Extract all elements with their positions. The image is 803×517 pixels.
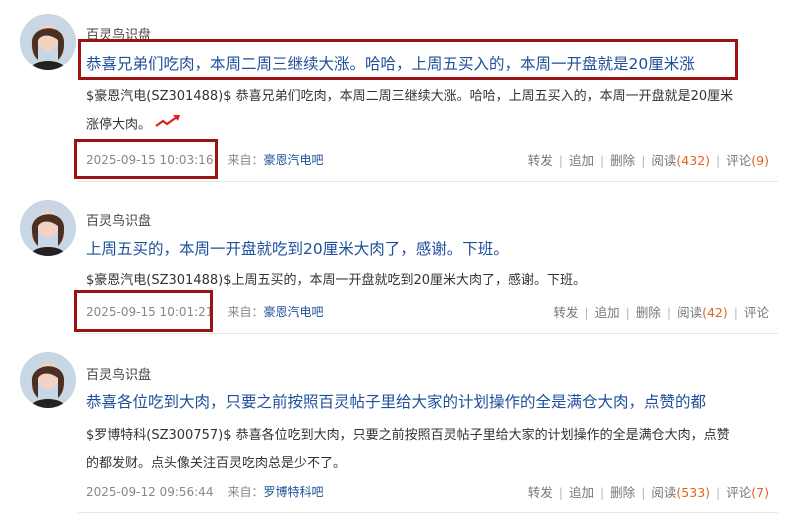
post-body-line: 的都发财。点头像关注百灵吃肉总是少不了。: [86, 456, 347, 471]
comment-label: 评论: [726, 485, 752, 500]
from-label: 来自：: [227, 485, 264, 499]
comment-count: (7): [751, 485, 769, 500]
timestamp: 2025-09-12 09:56:44: [86, 485, 214, 499]
read-label: 阅读: [651, 485, 677, 500]
separator: |: [733, 305, 738, 320]
username[interactable]: 百灵鸟识盘: [86, 210, 151, 229]
separator: |: [599, 153, 605, 168]
post-title[interactable]: 恭喜各位吃到大肉，只要之前按照百灵帖子里给大家的计划操作的全是满仓大肉，点赞的都: [86, 390, 706, 412]
post-meta: 2025-09-15 10:03:16 来自：豪恩汽电吧: [86, 151, 323, 168]
divider: [78, 333, 778, 334]
read-count: (432): [676, 153, 711, 168]
post-title[interactable]: 上周五买的，本周一开盘就吃到20厘米大肉了，感谢。下班。: [86, 237, 509, 259]
forward-button[interactable]: 转发: [528, 485, 553, 500]
post-body-line: $罗博特科(SZ300757)$ 恭喜各位吃到大肉，只要之前按照百灵帖子里给大家…: [86, 428, 730, 443]
post-body-line: $豪恩汽电(SZ301488)$上周五买的，本周一开盘就吃到20厘米大肉了，感谢…: [86, 273, 587, 288]
separator: |: [666, 305, 672, 320]
post-meta: 2025-09-15 10:01:21 来自：豪恩汽电吧: [86, 303, 323, 320]
post-body-text: 涨停大肉。: [86, 117, 152, 133]
comment-label: 评论: [726, 153, 752, 168]
post-body: $罗博特科(SZ300757)$ 恭喜各位吃到大肉，只要之前按照百灵帖子里给大家…: [86, 422, 776, 478]
delete-button[interactable]: 删除: [636, 305, 661, 320]
delete-button[interactable]: 删除: [610, 153, 635, 168]
forward-button[interactable]: 转发: [553, 305, 578, 320]
separator: |: [641, 153, 646, 168]
from-link[interactable]: 罗博特科吧: [263, 485, 323, 499]
comment-button[interactable]: 评论(9): [726, 153, 769, 168]
separator: |: [599, 485, 605, 500]
separator: |: [558, 153, 563, 168]
append-button[interactable]: 追加: [569, 153, 594, 168]
post-meta: 2025-09-12 09:56:44 来自：罗博特科吧: [86, 483, 323, 500]
red-up-arrow-icon: [155, 111, 181, 139]
read-count: (533): [676, 485, 711, 500]
read-button[interactable]: 阅读(42): [677, 305, 728, 320]
post-actions: 转发 | 追加 | 删除 | 阅读(533) | 评论(7): [528, 482, 769, 501]
read-button[interactable]: 阅读(533): [651, 485, 710, 500]
from-label: 来自：: [227, 153, 264, 167]
post-actions: 转发 | 追加 | 删除 | 阅读(42) | 评论: [553, 302, 769, 321]
read-label: 阅读: [677, 305, 703, 320]
avatar[interactable]: [20, 200, 76, 256]
separator: |: [641, 485, 646, 500]
username[interactable]: 百灵鸟识盘: [86, 364, 151, 383]
post-body: $豪恩汽电(SZ301488)$上周五买的，本周一开盘就吃到20厘米大肉了，感谢…: [86, 267, 776, 295]
separator: |: [716, 153, 721, 168]
post-body-line: 涨停大肉。: [86, 111, 776, 140]
append-button[interactable]: 追加: [569, 485, 594, 500]
timestamp: 2025-09-15 10:01:21: [86, 305, 214, 319]
timestamp: 2025-09-15 10:03:16: [86, 153, 214, 167]
avatar[interactable]: [20, 352, 76, 408]
divider: [78, 512, 778, 513]
from-link[interactable]: 豪恩汽电吧: [263, 153, 323, 167]
avatar[interactable]: [20, 14, 76, 70]
delete-button[interactable]: 删除: [610, 485, 635, 500]
from-link[interactable]: 豪恩汽电吧: [263, 305, 323, 319]
from-label: 来自：: [227, 305, 264, 319]
read-label: 阅读: [651, 153, 677, 168]
separator: |: [558, 485, 563, 500]
post-title[interactable]: 恭喜兄弟们吃肉，本周二周三继续大涨。哈哈，上周五买入的，本周一开盘就是20厘米涨: [86, 52, 695, 74]
forward-button[interactable]: 转发: [528, 153, 553, 168]
comment-button[interactable]: 评论: [744, 305, 769, 320]
username[interactable]: 百灵鸟识盘: [86, 24, 151, 43]
append-button[interactable]: 追加: [595, 305, 620, 320]
separator: |: [716, 485, 721, 500]
post-body-line: $豪恩汽电(SZ301488)$ 恭喜兄弟们吃肉，本周二周三继续大涨。哈哈，上周…: [86, 89, 734, 104]
read-button[interactable]: 阅读(432): [651, 153, 710, 168]
divider: [78, 181, 778, 182]
comment-button[interactable]: 评论(7): [726, 485, 769, 500]
post-body: $豪恩汽电(SZ301488)$ 恭喜兄弟们吃肉，本周二周三继续大涨。哈哈，上周…: [86, 83, 776, 140]
separator: |: [584, 305, 589, 320]
post-actions: 转发 | 追加 | 删除 | 阅读(432) | 评论(9): [528, 150, 769, 169]
separator: |: [625, 305, 630, 320]
comment-count: (9): [751, 153, 769, 168]
read-count: (42): [702, 305, 728, 320]
